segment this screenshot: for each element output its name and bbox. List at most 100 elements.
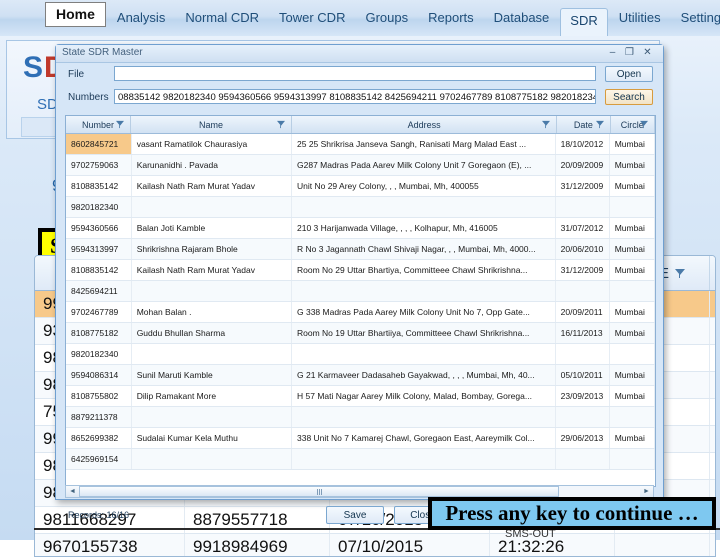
filter-icon[interactable] [675, 268, 685, 278]
sdr-grid-col-date[interactable]: Date [557, 116, 611, 133]
tab-reports[interactable]: Reports [419, 6, 483, 32]
table-cell: 9670155738 [35, 534, 185, 556]
table-cell-number: 9594086314 [66, 365, 132, 385]
dialog-title-bar[interactable]: State SDR Master – ❐ ✕ [56, 45, 663, 63]
tab-home[interactable]: Home [45, 2, 106, 27]
table-row[interactable]: 6425969154 [66, 449, 655, 470]
sdr-grid-col-name[interactable]: Name [131, 116, 292, 133]
table-cell-circle [610, 449, 655, 469]
table-cell-name: vasant Ramatilok Chaurasiya [132, 134, 292, 154]
filter-icon[interactable] [542, 120, 551, 129]
table-cell-address: Room No 29 Uttar Bhartiya, Committeee Ch… [292, 260, 556, 280]
table-cell-name [132, 449, 292, 469]
table-cell-address: Unit No 29 Arey Colony, , , Mumbai, Mh, … [292, 176, 556, 196]
file-label: File [68, 69, 85, 80]
table-cell-name: Dilip Ramakant More [132, 386, 292, 406]
table-row[interactable]: 8652699382 Sudalai Kumar Kela Muthu 338 Un… [66, 428, 655, 449]
table-row[interactable]: 8879211378 [66, 407, 655, 428]
maximize-icon[interactable]: ❐ [623, 47, 636, 59]
search-button[interactable]: Search [605, 89, 653, 105]
column-header-label: Name [198, 119, 223, 130]
table-cell-address: G287 Madras Pada Aarev Milk Colony Unit … [292, 155, 556, 175]
file-input[interactable] [114, 66, 596, 81]
sdr-grid-col-number[interactable]: Number [66, 116, 132, 133]
table-cell: 40 [710, 534, 715, 556]
filter-icon[interactable] [276, 120, 285, 129]
sdr-logo-letter-1: S [23, 51, 45, 84]
table-cell-number: 8425694211 [66, 281, 132, 301]
tab-database[interactable]: Database [485, 6, 559, 32]
table-row[interactable]: 9594086314 Sunil Maruti Kamble G 21 Karmav… [66, 365, 655, 386]
state-sdr-master-dialog: State SDR Master – ❐ ✕ File Open Numbers… [55, 44, 664, 524]
sdr-grid-col-address[interactable]: Address [292, 116, 558, 133]
table-cell-name [132, 407, 292, 427]
table-cell-address [292, 197, 556, 217]
numbers-label: Numbers [68, 92, 109, 103]
table-cell-number: 9702759063 [66, 155, 132, 175]
tab-utilities[interactable]: Utilities [610, 6, 670, 32]
table-row[interactable]: 9702759063 Karunanidhi . Pavada G287 Madra… [66, 155, 655, 176]
table-cell-date: 18/10/2012 [556, 134, 610, 154]
table-row[interactable]: 8602845721 vasant Ramatilok Chaurasiya 25 … [66, 134, 655, 155]
table-cell-number: 8108775182 [66, 323, 132, 343]
table-row[interactable]: 8425694211 [66, 281, 655, 302]
table-row[interactable]: 8108835142 Kailash Nath Ram Murat Yadav Ro… [66, 260, 655, 281]
open-button[interactable]: Open [605, 66, 653, 82]
sdr-master-grid-body: 8602845721 vasant Ramatilok Chaurasiya 25 … [66, 134, 655, 470]
table-cell-number: 6425969154 [66, 449, 132, 469]
tab-settings[interactable]: Settings [672, 6, 720, 32]
table-cell: 40 [710, 453, 715, 479]
table-cell-address [292, 344, 556, 364]
ribbon-tab-strip: Home Analysis Normal CDR Tower CDR Groups Rep… [0, 0, 720, 37]
table-cell-name: Guddu Bhullan Sharma [132, 323, 292, 343]
table-cell-circle: Mumbai [610, 176, 655, 196]
table-row[interactable]: 8108755802 Dilip Ramakant More H 57 Mati N… [66, 386, 655, 407]
table-row[interactable]: 8108775182 Guddu Bhullan Sharma Room No 19… [66, 323, 655, 344]
table-cell: 40 [710, 318, 715, 344]
table-cell: 9918984969 [185, 534, 330, 556]
table-row[interactable]: 9820182340 [66, 197, 655, 218]
numbers-input[interactable]: 08835142 9820182340 9594360566 959431399… [114, 89, 596, 104]
scrollbar-thumb[interactable] [79, 486, 559, 497]
table-row[interactable]: 9670155738991898496907/10/201521:32:2640 [35, 534, 715, 556]
tab-tower-cdr[interactable]: Tower CDR [270, 6, 354, 32]
scroll-left-icon[interactable]: ◄ [66, 486, 79, 497]
scroll-right-icon[interactable]: ► [640, 486, 653, 497]
filter-icon[interactable] [640, 120, 649, 129]
table-row[interactable]: 9594360566 Balan Joti Kamble 210 3 Harijan… [66, 218, 655, 239]
table-cell-date: 31/12/2009 [556, 176, 610, 196]
press-any-key-banner: Press any key to continue … [428, 497, 716, 530]
table-cell-number: 8602845721 [66, 134, 132, 154]
table-cell-circle: Mumbai [610, 302, 655, 322]
sdr-grid-col-circle[interactable]: Circle [611, 116, 655, 133]
filter-icon[interactable] [116, 120, 125, 129]
table-cell-number: 9594360566 [66, 218, 132, 238]
dialog-title-text: State SDR Master [62, 47, 143, 58]
close-icon[interactable]: ✕ [641, 47, 654, 59]
filter-icon[interactable] [595, 120, 604, 129]
table-cell-address [292, 449, 556, 469]
table-cell-circle: Mumbai [610, 365, 655, 385]
table-cell-number: 8108835142 [66, 260, 132, 280]
table-row[interactable]: 8108835142 Kailash Nath Ram Murat Yadav Un… [66, 176, 655, 197]
table-row[interactable]: 9820182340 [66, 344, 655, 365]
table-cell-address: Room No 19 Uttar Bhartiiya, Committeee C… [292, 323, 556, 343]
save-button[interactable]: Save [326, 506, 384, 524]
table-cell-address: H 57 Mati Nagar Aarey Milk Colony, Malad… [292, 386, 556, 406]
table-cell-date: 16/11/2013 [556, 323, 610, 343]
table-cell-name: Kailash Nath Ram Murat Yadav [132, 260, 292, 280]
tab-sdr[interactable]: SDR [560, 8, 608, 37]
table-cell-address [292, 407, 556, 427]
tab-normal-cdr[interactable]: Normal CDR [176, 6, 268, 32]
table-cell-name [132, 281, 292, 301]
table-row[interactable]: 9594313997 Shrikrishna Rajaram Bhole R No … [66, 239, 655, 260]
table-cell-circle: Mumbai [610, 155, 655, 175]
tab-analysis[interactable]: Analysis [108, 6, 174, 32]
minimize-icon[interactable]: – [606, 47, 619, 59]
tab-groups[interactable]: Groups [356, 6, 417, 32]
table-cell-number: 9820182340 [66, 197, 132, 217]
scrollbar-track[interactable] [79, 486, 640, 497]
table-cell-address: 210 3 Harijanwada Village, , , , Kolhapu… [292, 218, 556, 238]
table-row[interactable]: 9702467789 Mohan Balan .G 338 Madras Pada… [66, 302, 655, 323]
background-grid-col-5[interactable]: F [710, 256, 715, 290]
